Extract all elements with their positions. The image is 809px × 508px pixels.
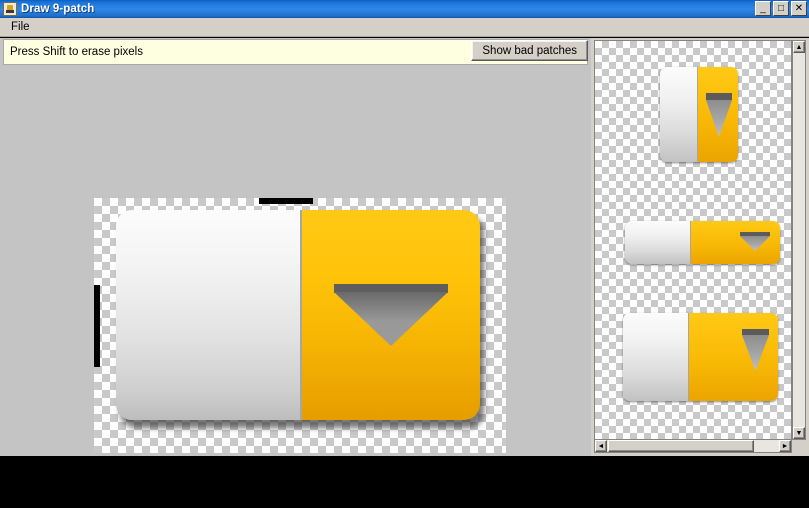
stretch-marker-left[interactable] (94, 285, 100, 367)
preview-box (660, 67, 738, 162)
close-icon: ✕ (794, 2, 804, 14)
scroll-right-arrow-icon[interactable]: ► (779, 440, 791, 452)
bitmap-right-yellow-region (302, 210, 480, 420)
menu-bar: File (0, 18, 809, 37)
triangle-shape (740, 236, 770, 251)
preview-right-yellow-region (689, 313, 778, 401)
triangle-shape (334, 292, 448, 346)
drawing-canvas[interactable] (0, 67, 591, 456)
show-bad-patches-button[interactable]: Show bad patches (471, 40, 588, 61)
triangle-top-bar (706, 93, 732, 100)
preview-item-wide-tall (623, 313, 778, 401)
scroll-down-arrow-icon[interactable]: ▼ (793, 427, 805, 439)
bitmap-body (116, 210, 480, 420)
menu-item-file[interactable]: File (4, 19, 37, 35)
dropdown-triangle-icon (740, 232, 770, 251)
dropdown-triangle-icon (742, 329, 769, 371)
preview-horizontal-scrollbar[interactable]: ◄ ► (594, 439, 792, 453)
ninepatch-stage[interactable] (94, 198, 506, 453)
triangle-shape (706, 100, 732, 137)
window-title: Draw 9-patch (21, 3, 95, 15)
preview-box (623, 313, 778, 401)
editor-panel: Press Shift to erase pixels Show bad pat… (0, 38, 591, 456)
triangle-top-bar (742, 329, 769, 335)
maximize-button[interactable]: □ (773, 1, 789, 16)
status-message: Press Shift to erase pixels (10, 46, 143, 58)
title-bar: Draw 9-patch _ □ ✕ (0, 0, 809, 18)
preview-box (625, 221, 780, 264)
bitmap-left-gray-region (116, 210, 302, 420)
dropdown-triangle-icon (334, 284, 448, 346)
close-button[interactable]: ✕ (791, 1, 807, 16)
preview-right-yellow-region (698, 67, 738, 162)
triangle-shape (742, 335, 769, 371)
dropdown-triangle-icon (706, 93, 732, 137)
scroll-up-arrow-icon[interactable]: ▲ (793, 41, 805, 53)
window-button-group: _ □ ✕ (755, 1, 807, 16)
app-window: Draw 9-patch _ □ ✕ File Press Shift to e… (0, 0, 809, 508)
preview-left-gray-region (623, 313, 689, 401)
bottom-control-bar: Zoom: 100% 800% Patch scale: 2x 6x Show … (0, 456, 809, 508)
preview-panel: ▲ ▼ ◄ ► (591, 38, 809, 456)
minimize-icon: _ (760, 2, 766, 14)
stretch-marker-top[interactable] (259, 198, 313, 204)
scroll-left-arrow-icon[interactable]: ◄ (595, 440, 607, 452)
minimize-button[interactable]: _ (755, 1, 771, 16)
preview-item-wide-short (625, 221, 780, 264)
preview-item-tall (660, 67, 738, 162)
horizontal-scroll-thumb[interactable] (608, 440, 754, 452)
main-body: Press Shift to erase pixels Show bad pat… (0, 38, 809, 456)
preview-left-gray-region (625, 221, 691, 264)
triangle-top-bar (740, 232, 770, 236)
preview-left-gray-region (660, 67, 698, 162)
preview-right-yellow-region (691, 221, 780, 264)
java-app-icon (3, 2, 17, 16)
ninepatch-bitmap[interactable] (116, 210, 484, 428)
preview-vertical-scrollbar[interactable]: ▲ ▼ (792, 40, 806, 440)
maximize-icon: □ (777, 2, 785, 14)
preview-viewport[interactable] (594, 40, 792, 440)
